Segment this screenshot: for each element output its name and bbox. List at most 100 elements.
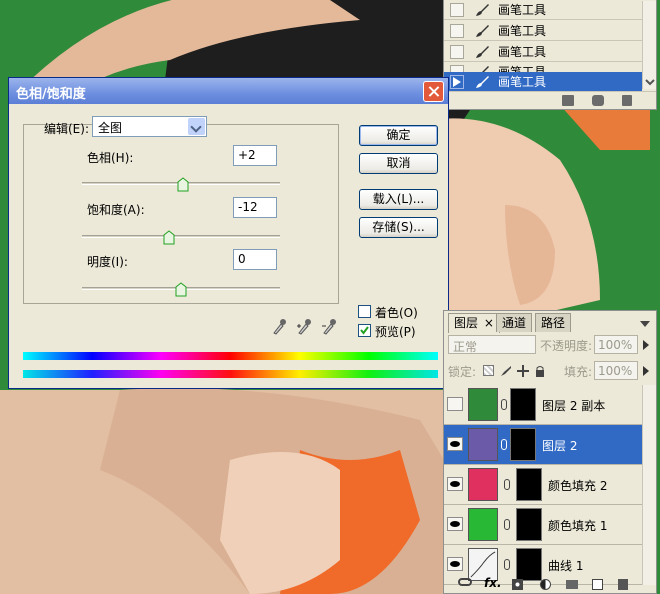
link-icon bbox=[501, 399, 507, 410]
hue-slider-thumb[interactable] bbox=[177, 177, 189, 192]
history-item[interactable]: 画笔工具 bbox=[444, 21, 642, 41]
history-item-label: 画笔工具 bbox=[498, 3, 547, 17]
new-document-icon[interactable] bbox=[562, 95, 574, 106]
history-scrollbar[interactable] bbox=[642, 1, 656, 89]
history-panel: 画笔工具 画笔工具 画笔工具 画笔工具 画笔工具 bbox=[443, 0, 657, 110]
history-item[interactable]: 画笔工具 bbox=[444, 42, 642, 62]
lock-move-icon[interactable] bbox=[517, 365, 529, 377]
layer-thumbnail bbox=[468, 428, 498, 461]
layers-scrollbar[interactable] bbox=[642, 385, 656, 585]
blend-mode-dropdown[interactable]: 正常 bbox=[448, 335, 536, 354]
hue-input[interactable]: +2 bbox=[233, 145, 277, 166]
fill-arrow-icon[interactable] bbox=[641, 365, 651, 377]
history-item-label: 画笔工具 bbox=[498, 24, 547, 38]
layer-row[interactable]: 颜色填充 1 bbox=[444, 505, 642, 545]
folder-icon[interactable] bbox=[566, 580, 578, 589]
chevron-down-icon[interactable] bbox=[188, 118, 205, 135]
opacity-input[interactable]: 100% bbox=[594, 335, 638, 354]
tab-layers[interactable]: 图层 × bbox=[448, 313, 500, 333]
dialog-titlebar[interactable]: 色相/饱和度 bbox=[9, 78, 448, 104]
close-button[interactable] bbox=[423, 81, 444, 102]
snapshot-checkbox[interactable] bbox=[450, 2, 464, 17]
saturation-slider-thumb[interactable] bbox=[163, 230, 175, 245]
layers-panel: 图层 × 通道 路径 正常 不透明度: 100% 锁定: 填充: 100% 图层… bbox=[443, 310, 657, 594]
layer-row-selected[interactable]: 图层 2 bbox=[444, 425, 642, 465]
trash-icon[interactable] bbox=[622, 95, 632, 106]
brush-icon bbox=[476, 45, 489, 58]
layer-row[interactable]: 颜色填充 2 bbox=[444, 465, 642, 505]
eyedropper-subtract-icon[interactable] bbox=[321, 317, 337, 335]
layer-mask-thumbnail bbox=[516, 508, 542, 541]
opacity-arrow-icon[interactable] bbox=[641, 339, 651, 351]
lightness-label: 明度(I): bbox=[87, 255, 128, 269]
link-icon bbox=[504, 479, 510, 490]
visibility-toggle[interactable] bbox=[447, 557, 463, 571]
lock-transparency-icon[interactable] bbox=[483, 365, 494, 376]
new-layer-icon[interactable] bbox=[592, 579, 603, 590]
ok-button[interactable]: 确定 bbox=[359, 125, 438, 146]
eye-icon bbox=[450, 561, 460, 567]
save-button[interactable]: 存储(S)... bbox=[359, 217, 438, 238]
hue-value: +2 bbox=[238, 148, 256, 162]
opacity-label: 不透明度: bbox=[540, 339, 593, 353]
adjustment-layer-icon[interactable] bbox=[540, 579, 551, 590]
layer-row[interactable]: 图层 2 副本 bbox=[444, 385, 642, 425]
layer-name: 颜色填充 2 bbox=[548, 479, 608, 493]
camera-icon[interactable] bbox=[592, 95, 604, 106]
panel-menu-icon[interactable] bbox=[638, 317, 652, 331]
layer-name: 颜色填充 1 bbox=[548, 519, 608, 533]
eyedropper-add-icon[interactable] bbox=[296, 317, 312, 335]
saturation-input[interactable]: -12 bbox=[233, 197, 277, 218]
lightness-input[interactable]: 0 bbox=[233, 249, 277, 270]
layers-footer: fx. bbox=[444, 576, 656, 593]
trash-icon[interactable] bbox=[618, 579, 628, 590]
tab-channels[interactable]: 通道 bbox=[496, 313, 533, 332]
output-color-spectrum bbox=[23, 370, 438, 378]
preview-checkbox[interactable] bbox=[358, 324, 371, 337]
lock-paint-icon[interactable] bbox=[500, 365, 512, 377]
edit-dropdown[interactable]: 全图 bbox=[92, 116, 207, 137]
colorize-label: 着色(O) bbox=[375, 306, 418, 320]
brush-icon bbox=[476, 75, 489, 88]
opacity-value: 100% bbox=[598, 338, 633, 352]
visibility-toggle[interactable] bbox=[447, 477, 463, 491]
snapshot-checkbox[interactable] bbox=[450, 44, 464, 59]
saturation-slider-track[interactable] bbox=[82, 235, 280, 238]
link-icon bbox=[504, 559, 510, 570]
history-item-selected[interactable]: 画笔工具 bbox=[444, 72, 642, 92]
eye-icon bbox=[450, 481, 460, 487]
link-layers-icon[interactable] bbox=[458, 578, 472, 586]
hue-saturation-dialog: 色相/饱和度 编辑(E): 全图 色相(H): +2 饱和度(A): -12 明… bbox=[8, 77, 449, 389]
tab-close-icon[interactable]: × bbox=[484, 316, 494, 330]
visibility-toggle[interactable] bbox=[447, 437, 463, 451]
visibility-toggle[interactable] bbox=[447, 397, 463, 411]
layer-name: 图层 2 副本 bbox=[542, 399, 606, 413]
fill-input[interactable]: 100% bbox=[594, 361, 638, 380]
cancel-button[interactable]: 取消 bbox=[359, 153, 438, 174]
colorize-checkbox[interactable] bbox=[358, 305, 371, 318]
snapshot-checkbox[interactable] bbox=[450, 23, 464, 38]
add-mask-icon[interactable] bbox=[512, 579, 523, 590]
lightness-slider-thumb[interactable] bbox=[175, 282, 187, 297]
fx-icon[interactable]: fx. bbox=[484, 576, 502, 590]
eye-icon bbox=[450, 441, 460, 447]
history-state-marker-icon[interactable] bbox=[450, 74, 464, 89]
edit-label: 编辑(E): bbox=[44, 122, 89, 136]
history-item[interactable]: 画笔工具 bbox=[444, 0, 642, 20]
visibility-toggle[interactable] bbox=[447, 517, 463, 531]
fill-label: 填充: bbox=[564, 365, 593, 379]
load-button[interactable]: 载入(L)... bbox=[359, 189, 438, 210]
saturation-label: 饱和度(A): bbox=[87, 203, 145, 217]
history-item-label: 画笔工具 bbox=[498, 45, 547, 59]
dialog-title: 色相/饱和度 bbox=[16, 87, 86, 102]
brush-icon bbox=[476, 24, 489, 37]
saturation-value: -12 bbox=[238, 200, 258, 214]
layer-thumbnail bbox=[468, 468, 498, 501]
tab-paths[interactable]: 路径 bbox=[535, 313, 572, 332]
scroll-down-icon[interactable] bbox=[643, 77, 657, 87]
lock-all-icon[interactable] bbox=[535, 365, 545, 377]
layer-name: 曲线 1 bbox=[548, 559, 584, 573]
eyedropper-icon[interactable] bbox=[271, 317, 287, 335]
hue-label: 色相(H): bbox=[87, 151, 134, 165]
layer-mask-thumbnail bbox=[510, 388, 536, 421]
